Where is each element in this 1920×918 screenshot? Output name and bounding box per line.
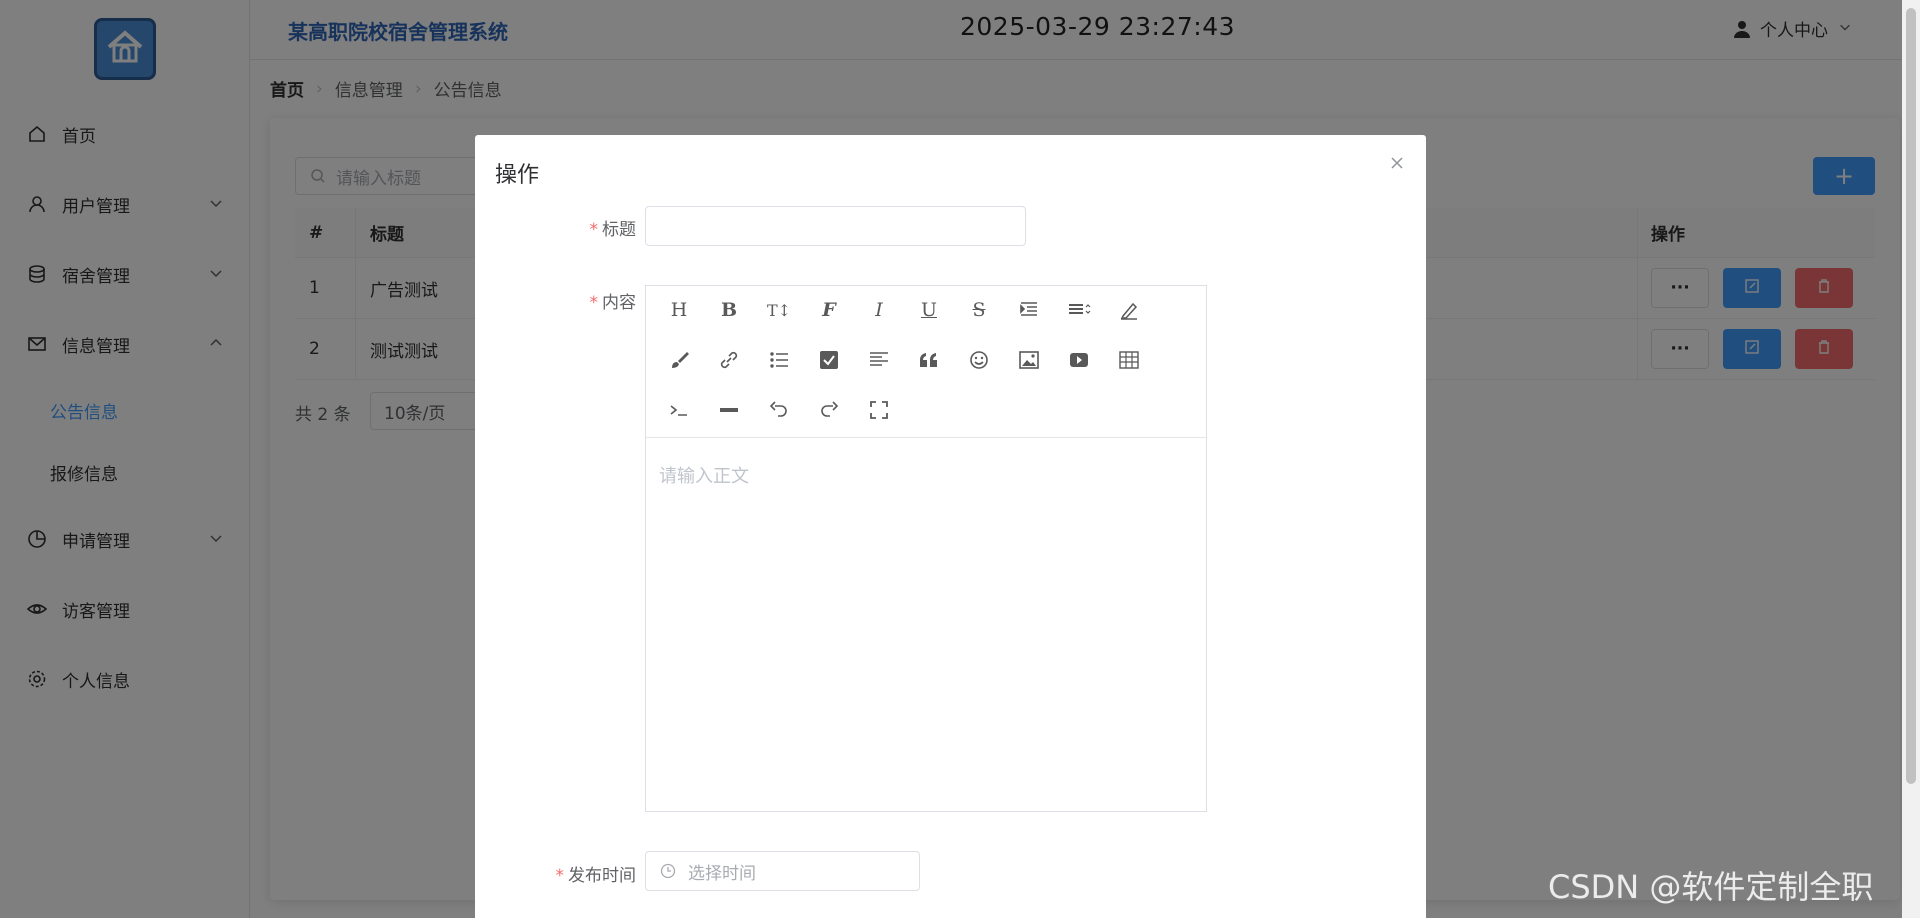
font-size-icon[interactable]: T↕	[763, 294, 795, 326]
align-left-icon[interactable]	[863, 344, 895, 376]
image-icon[interactable]	[1013, 344, 1045, 376]
editor-toolbar: H B T↕ F I U S	[646, 286, 1206, 438]
video-icon[interactable]	[1063, 344, 1095, 376]
bold-icon[interactable]: B	[713, 294, 745, 326]
title-label: * 标题	[589, 220, 637, 240]
code-icon[interactable]	[663, 394, 695, 426]
undo-icon[interactable]	[763, 394, 795, 426]
publish-time-label: * 发布时间	[555, 866, 637, 886]
list-icon[interactable]	[763, 344, 795, 376]
brush-icon[interactable]	[1113, 294, 1145, 326]
checkbox-icon[interactable]	[813, 344, 845, 376]
title-input[interactable]	[645, 206, 1026, 246]
emoji-icon[interactable]	[963, 344, 995, 376]
underline-icon[interactable]: U	[913, 294, 945, 326]
operation-dialog: 操作 * 标题 * 内容 H B T↕ F I U S 请输入正文 * 发布时间…	[475, 135, 1426, 918]
strikethrough-icon[interactable]: S	[963, 294, 995, 326]
divider-icon[interactable]	[713, 394, 745, 426]
date-placeholder: 选择时间	[688, 863, 756, 884]
table-icon[interactable]	[1113, 344, 1145, 376]
heading-icon[interactable]: H	[663, 294, 695, 326]
content-label: * 内容	[589, 293, 637, 313]
link-icon[interactable]	[713, 344, 745, 376]
editor-placeholder[interactable]: 请输入正文	[659, 462, 749, 488]
watermark: CSDN @软件定制全职	[1548, 868, 1874, 906]
line-height-icon[interactable]	[1063, 294, 1095, 326]
paint-icon[interactable]	[663, 344, 695, 376]
clock-icon	[660, 863, 676, 879]
indent-icon[interactable]	[1013, 294, 1045, 326]
dialog-title: 操作	[495, 163, 540, 188]
quote-icon[interactable]	[913, 344, 945, 376]
close-icon[interactable]	[1387, 153, 1407, 173]
italic-icon[interactable]: I	[863, 294, 895, 326]
redo-icon[interactable]	[813, 394, 845, 426]
scrollbar-thumb[interactable]	[1906, 8, 1916, 784]
font-family-icon[interactable]: F	[813, 294, 845, 326]
fullscreen-icon[interactable]	[863, 394, 895, 426]
date-picker-input[interactable]: 选择时间	[645, 851, 920, 891]
rich-text-editor: H B T↕ F I U S 请输入正文	[645, 285, 1207, 812]
